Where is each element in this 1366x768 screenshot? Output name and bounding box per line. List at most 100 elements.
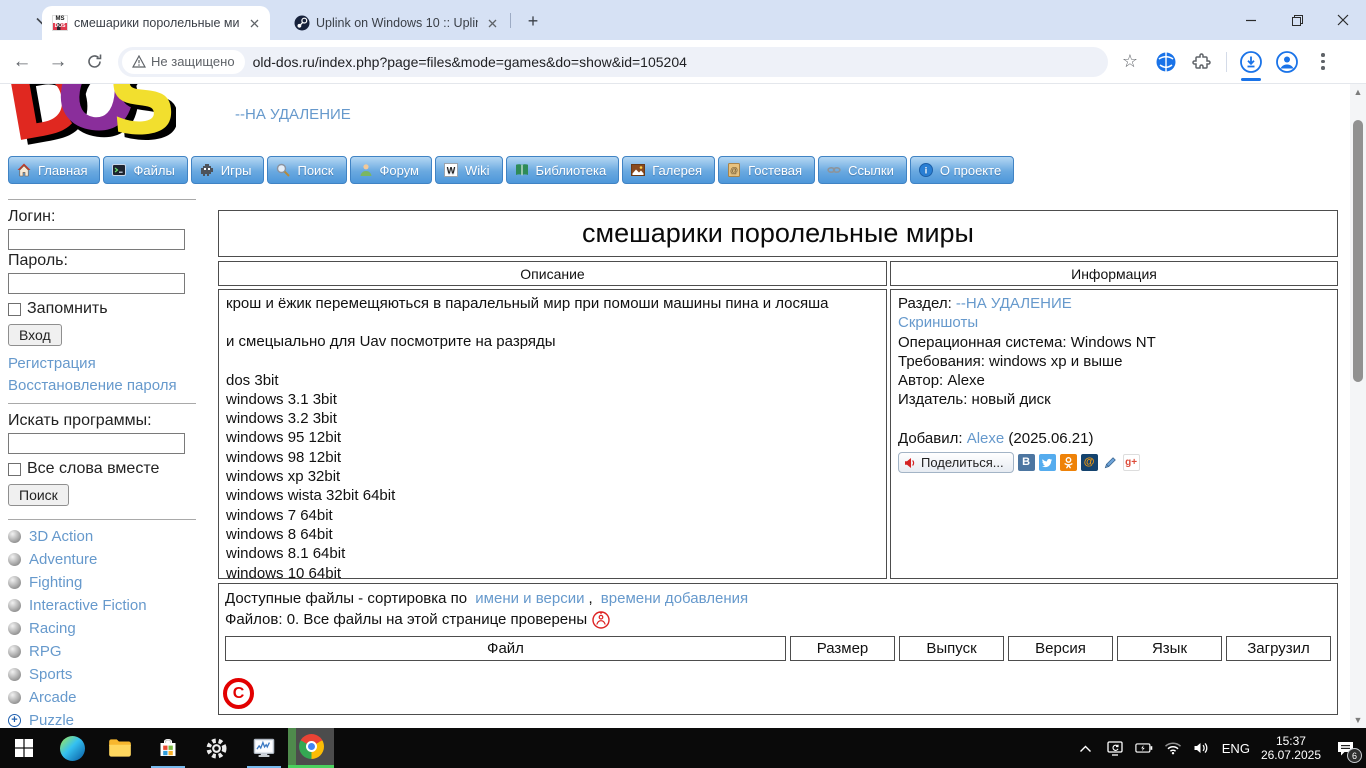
category-adventure[interactable]: Adventure xyxy=(8,551,196,568)
os-line: Операционная система: Windows NT xyxy=(898,333,1156,351)
new-tab-button[interactable]: + xyxy=(521,9,545,33)
program-search-input[interactable] xyxy=(8,433,185,454)
share-odnoklassniki-icon[interactable] xyxy=(1059,454,1077,472)
gear-icon xyxy=(206,738,226,758)
category-3d-action[interactable]: 3D Action xyxy=(8,528,196,545)
category-puzzle[interactable]: + Puzzle xyxy=(8,712,196,729)
tab-uplink[interactable]: Uplink on Windows 10 :: Uplink xyxy=(284,6,508,40)
search-button[interactable]: Поиск xyxy=(8,484,69,506)
tab-close-icon[interactable] xyxy=(484,15,500,31)
reload-button[interactable] xyxy=(80,48,108,76)
start-button[interactable] xyxy=(0,728,48,768)
taskbar-edge-button[interactable] xyxy=(48,728,96,768)
sort-by-name-link[interactable]: имени и версии xyxy=(475,588,584,609)
share-mailru-icon[interactable]: @ xyxy=(1080,454,1098,472)
vertical-scrollbar[interactable]: ▲ ▼ xyxy=(1350,84,1366,728)
share-twitter-icon[interactable] xyxy=(1038,454,1056,472)
taskbar-explorer-button[interactable] xyxy=(96,728,144,768)
share-googleplus-icon[interactable]: g+ xyxy=(1122,454,1140,472)
category-arcade[interactable]: Arcade xyxy=(8,689,196,706)
divider xyxy=(8,403,196,404)
forward-button[interactable]: → xyxy=(44,48,72,76)
tray-clock[interactable]: 15:37 26.07.2025 xyxy=(1261,734,1321,762)
chrome-icon xyxy=(298,734,324,759)
scrollbar-thumb[interactable] xyxy=(1353,120,1363,382)
taskbar-settings-button[interactable] xyxy=(192,728,240,768)
screenshots-link[interactable]: Скриншоты xyxy=(898,314,978,331)
share-button[interactable]: Поделиться... xyxy=(898,452,1014,474)
description-panel: крош и ёжик перемещяються в паралельный … xyxy=(218,289,887,582)
profile-icon[interactable] xyxy=(1275,50,1299,74)
added-date: (2025.06.21) xyxy=(1008,429,1094,447)
scroll-up-icon[interactable]: ▲ xyxy=(1350,84,1366,100)
security-chip[interactable]: Не защищено xyxy=(122,49,245,74)
nav-guestbook[interactable]: @ Гостевая xyxy=(718,156,816,184)
nav-wiki[interactable]: W Wiki xyxy=(435,156,503,184)
added-user-link[interactable]: Alexe xyxy=(967,430,1005,447)
category-interactive-fiction[interactable]: Interactive Fiction xyxy=(8,597,196,614)
share-livejournal-icon[interactable] xyxy=(1102,454,1119,471)
login-button[interactable]: Вход xyxy=(8,324,62,346)
nav-files[interactable]: Файлы xyxy=(103,156,188,184)
breadcrumb[interactable]: --НА УДАЛЕНИЕ xyxy=(235,106,351,123)
action-center-button[interactable]: 6 xyxy=(1332,735,1362,763)
taskbar-chrome-button[interactable] xyxy=(288,728,334,768)
taskbar-taskmgr-button[interactable] xyxy=(240,728,288,768)
nav-search[interactable]: Поиск xyxy=(267,156,347,184)
expand-plus-icon[interactable]: + xyxy=(8,714,21,727)
nav-gallery[interactable]: Галерея xyxy=(622,156,716,184)
nav-home[interactable]: Главная xyxy=(8,156,101,184)
extensions-puzzle-icon[interactable] xyxy=(1190,50,1214,74)
close-button[interactable] xyxy=(1320,0,1366,40)
screen: MS DOS смешарики поролельные мир Uplink … xyxy=(0,0,1366,768)
login-input[interactable] xyxy=(8,229,185,250)
tray-language[interactable]: ENG xyxy=(1222,741,1250,756)
all-words-checkbox[interactable] xyxy=(8,462,21,476)
sphere-bullet-icon xyxy=(8,668,21,681)
nav-forum[interactable]: Форум xyxy=(349,156,432,184)
nav-links[interactable]: Ссылки xyxy=(818,156,907,184)
download-icon[interactable] xyxy=(1239,50,1263,81)
recover-password-link[interactable]: Восстановление пароля xyxy=(8,377,196,394)
browser-menu-icon[interactable] xyxy=(1311,50,1335,74)
scroll-down-icon[interactable]: ▼ xyxy=(1350,712,1366,728)
bookmark-star-icon[interactable]: ☆ xyxy=(1118,50,1142,74)
nav-games[interactable]: Игры xyxy=(190,156,265,184)
dos-logo[interactable]: D O S xyxy=(4,84,176,154)
tray-volume-icon[interactable] xyxy=(1193,739,1211,757)
column-file: Файл xyxy=(225,636,786,661)
tray-wifi-icon[interactable] xyxy=(1164,739,1182,757)
tab-smeshariki[interactable]: MS DOS смешарики поролельные мир xyxy=(42,6,270,40)
address-bar[interactable]: Не защищено old-dos.ru/index.php?page=fi… xyxy=(118,46,1108,77)
tab-close-icon[interactable] xyxy=(246,15,262,31)
chain-icon xyxy=(827,167,841,174)
remember-checkbox[interactable] xyxy=(8,302,21,316)
restore-icon xyxy=(1291,14,1303,26)
guestbook-icon: @ xyxy=(728,163,741,177)
extension-globe-icon[interactable] xyxy=(1154,50,1178,74)
minimize-button[interactable] xyxy=(1228,0,1274,40)
bits-line: windows xp 32bit xyxy=(226,468,341,486)
back-button[interactable]: ← xyxy=(8,48,36,76)
section-link[interactable]: --НА УДАЛЕНИЕ xyxy=(956,295,1072,312)
nav-about[interactable]: i О проекте xyxy=(909,156,1015,184)
share-vk-icon[interactable]: В xyxy=(1017,454,1035,472)
svg-text:@: @ xyxy=(730,166,738,175)
category-rpg[interactable]: RPG xyxy=(8,643,196,660)
sort-by-time-link[interactable]: времени добавления xyxy=(601,588,748,609)
tray-battery-icon[interactable] xyxy=(1135,739,1153,757)
register-link[interactable]: Регистрация xyxy=(8,355,196,372)
password-input[interactable] xyxy=(8,273,185,294)
category-fighting[interactable]: Fighting xyxy=(8,574,196,591)
category-racing[interactable]: Racing xyxy=(8,620,196,637)
close-icon xyxy=(1337,14,1349,26)
information-header: Информация xyxy=(890,261,1338,286)
restore-button[interactable] xyxy=(1274,0,1320,40)
nav-library[interactable]: Библиотека xyxy=(505,156,620,184)
tray-display-sync-icon[interactable] xyxy=(1106,739,1124,757)
url-text: old-dos.ru/index.php?page=files&mode=gam… xyxy=(252,53,687,70)
tray-chevron-up-icon[interactable] xyxy=(1077,739,1095,757)
category-sports[interactable]: Sports xyxy=(8,666,196,683)
taskbar-store-button[interactable] xyxy=(144,728,192,768)
share-bar: Поделиться... В @ g+ xyxy=(898,452,1330,474)
